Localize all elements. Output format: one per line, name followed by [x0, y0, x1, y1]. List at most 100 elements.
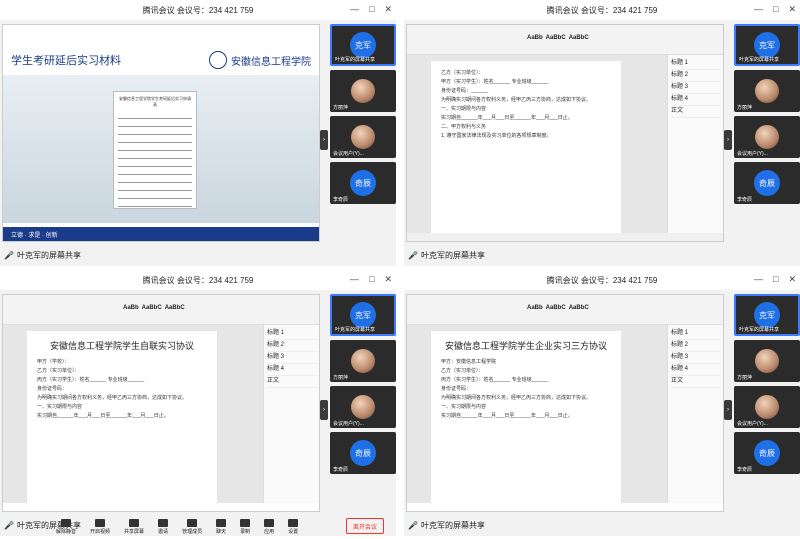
participant-tile[interactable]: 克军 叶克军的屏幕共享: [330, 24, 396, 66]
record-button[interactable]: 录制: [240, 518, 251, 535]
participant-list: 克军 叶克军的屏幕共享 方丽萍 会议用户(Y)... 奇辰 李奇辰: [330, 294, 396, 512]
minimize-icon[interactable]: —: [754, 274, 763, 285]
screen-share-view: 学生考研延后实习材料 安徽信息工程学院 安徽信息工程学院学生考研延后实习申请表 …: [2, 24, 320, 242]
settings-button[interactable]: 设置: [288, 518, 299, 535]
maximize-icon[interactable]: □: [773, 274, 778, 285]
style-item[interactable]: 标题 1: [671, 328, 720, 340]
share-icon: [129, 518, 140, 527]
meeting-controls: 解除静音 开启视频 共享屏幕 邀请 管理成员 聊天 录制 应用 设置 离开会议: [0, 514, 800, 539]
minimize-icon[interactable]: —: [350, 274, 359, 285]
avatar: 克军: [754, 32, 780, 58]
unmute-button[interactable]: 解除静音: [56, 518, 76, 535]
participant-tile[interactable]: 奇辰 李奇辰: [734, 162, 800, 204]
document-area: 安徽信息工程学院学生企业实习三方协议 甲方：安徽信息工程学院 乙方（实习单位）：丙…: [407, 325, 667, 503]
participant-tile[interactable]: 奇辰 李奇辰: [734, 432, 800, 474]
window-titlebar: 腾讯会议 会议号：234 421 759 — □ ✕: [0, 0, 396, 20]
mic-icon: 🎤: [408, 250, 418, 260]
chat-button[interactable]: 聊天: [216, 518, 227, 535]
style-item[interactable]: 标题 2: [671, 70, 720, 82]
document-area: 乙方（实习单位）： 甲方（实习学生）：姓名______ 专业班级______ 身份证…: [407, 55, 667, 233]
style-item[interactable]: 标题 3: [671, 352, 720, 364]
close-icon[interactable]: ✕: [788, 274, 796, 285]
style-gallery[interactable]: AaBb AaBbC AaBbC: [527, 305, 589, 311]
manage-members-button[interactable]: 管理成员: [182, 518, 202, 535]
maximize-icon[interactable]: □: [369, 4, 374, 15]
style-item[interactable]: 标题 3: [671, 82, 720, 94]
close-icon[interactable]: ✕: [788, 4, 796, 15]
collapse-sidebar-button[interactable]: ›: [320, 400, 328, 420]
video-panel-2: 腾讯会议 会议号：234 421 759 — □ ✕ AaBb AaBbC AaBbC …: [404, 0, 800, 266]
participant-tile[interactable]: 奇辰 李奇辰: [330, 162, 396, 204]
participant-tile[interactable]: 克军 叶克军的屏幕共享: [734, 294, 800, 336]
participant-tile[interactable]: 方丽萍: [734, 340, 800, 382]
chat-icon: [216, 518, 227, 527]
share-screen-button[interactable]: 共享屏幕: [124, 518, 144, 535]
maximize-icon[interactable]: □: [369, 274, 374, 285]
participant-tile[interactable]: 奇辰 李奇辰: [330, 432, 396, 474]
style-item[interactable]: 正文: [671, 376, 720, 388]
mic-icon: 🎤: [4, 250, 14, 260]
participant-list: 克军 叶克军的屏幕共享 方丽萍 会议用户(Y)... 奇辰 李奇辰: [734, 24, 800, 242]
participant-tile[interactable]: 方丽萍: [330, 70, 396, 112]
slide-footer: 立德 · 求是 · 创新: [3, 227, 319, 241]
avatar: [351, 349, 375, 373]
window-title: 腾讯会议 会议号：234 421 759: [546, 275, 658, 285]
invite-button[interactable]: 邀请: [158, 518, 168, 535]
participant-tile[interactable]: 会议用户(Y)...: [734, 386, 800, 428]
participant-tile[interactable]: 克军 叶克军的屏幕共享: [734, 24, 800, 66]
style-item[interactable]: 标题 2: [267, 340, 316, 352]
word-ribbon: AaBb AaBbC AaBbC: [407, 25, 723, 55]
record-icon: [240, 518, 251, 527]
avatar: 奇辰: [350, 170, 376, 196]
video-panel-3: 腾讯会议 会议号：234 421 759 — □ ✕ AaBb AaBbC AaBbC …: [0, 270, 396, 536]
avatar: [351, 395, 375, 419]
avatar: 奇辰: [350, 440, 376, 466]
share-status: 🎤 叶克军的屏幕共享: [4, 250, 81, 260]
close-icon[interactable]: ✕: [384, 274, 392, 285]
collapse-sidebar-button[interactable]: ›: [320, 130, 328, 150]
document-page: 乙方（实习单位）： 甲方（实习学生）：姓名______ 专业班级______ 身份证…: [431, 61, 621, 233]
document-page: 安徽信息工程学院学生自联实习协议 甲方（学校）： 乙方（实习单位）： 丙方（实习学生…: [27, 331, 217, 503]
participant-list: 克军 叶克军的屏幕共享 方丽萍 会议用户(Y)... 奇辰 李奇辰: [734, 294, 800, 512]
style-item[interactable]: 标题 2: [671, 340, 720, 352]
video-button[interactable]: 开启视频: [90, 518, 110, 535]
camera-icon: [95, 518, 106, 527]
style-gallery[interactable]: AaBb AaBbC AaBbC: [123, 305, 185, 311]
apps-icon: [264, 518, 275, 527]
participant-tile[interactable]: 会议用户(Y)...: [734, 116, 800, 158]
style-item[interactable]: 标题 4: [671, 94, 720, 106]
collapse-sidebar-button[interactable]: ›: [724, 400, 732, 420]
styles-pane: 标题 1 标题 2 标题 3 标题 4 正文: [667, 55, 723, 233]
participant-tile[interactable]: 会议用户(Y)...: [330, 116, 396, 158]
mic-icon: [61, 518, 71, 527]
maximize-icon[interactable]: □: [773, 4, 778, 15]
gear-icon: [288, 518, 299, 527]
style-item[interactable]: 标题 1: [267, 328, 316, 340]
word-ribbon: AaBb AaBbC AaBbC: [3, 295, 319, 325]
style-item[interactable]: 正文: [671, 106, 720, 118]
participant-tile[interactable]: 会议用户(Y)...: [330, 386, 396, 428]
style-item[interactable]: 标题 1: [671, 58, 720, 70]
collapse-sidebar-button[interactable]: ›: [724, 130, 732, 150]
minimize-icon[interactable]: —: [754, 4, 763, 15]
window-title: 腾讯会议 会议号：234 421 759: [142, 275, 254, 285]
application-form: 安徽信息工程学院学生考研延后实习申请表: [113, 91, 197, 209]
style-item[interactable]: 标题 4: [267, 364, 316, 376]
style-gallery[interactable]: AaBb AaBbC AaBbC: [527, 35, 589, 41]
share-status: 🎤 叶克军的屏幕共享: [408, 250, 485, 260]
apps-button[interactable]: 应用: [264, 518, 275, 535]
style-item[interactable]: 正文: [267, 376, 316, 388]
minimize-icon[interactable]: —: [350, 4, 359, 15]
participant-tile[interactable]: 克军 叶克军的屏幕共享: [330, 294, 396, 336]
taskbar: [407, 233, 723, 241]
avatar: [755, 349, 779, 373]
document-page: 安徽信息工程学院学生企业实习三方协议 甲方：安徽信息工程学院 乙方（实习单位）：丙…: [431, 331, 621, 503]
participant-tile[interactable]: 方丽萍: [330, 340, 396, 382]
style-item[interactable]: 标题 4: [671, 364, 720, 376]
close-icon[interactable]: ✕: [384, 4, 392, 15]
participant-tile[interactable]: 方丽萍: [734, 70, 800, 112]
leave-meeting-button[interactable]: 离开会议: [346, 518, 385, 534]
avatar: [351, 125, 375, 149]
style-item[interactable]: 标题 3: [267, 352, 316, 364]
video-panel-1: 腾讯会议 会议号：234 421 759 — □ ✕ 学生考研延后实习材料 安徽信息…: [0, 0, 396, 266]
